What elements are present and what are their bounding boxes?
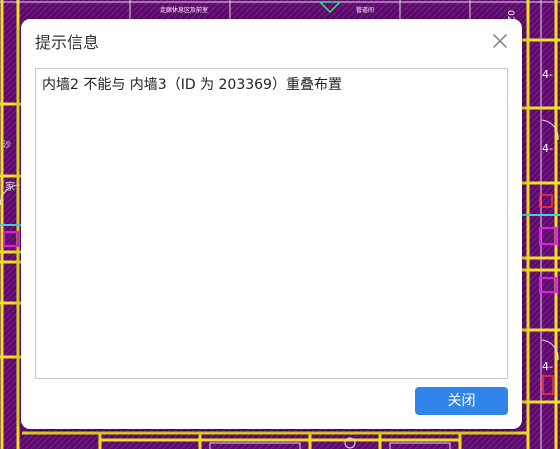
close-icon[interactable] [490, 31, 510, 51]
right-label-1: 4- [542, 68, 553, 81]
left-label-1: 家 [5, 180, 15, 193]
left-label-2: 沙 [3, 140, 11, 149]
right-label-3: 4- [542, 360, 553, 373]
top-label-center: 走廊休息区及前室 [160, 6, 208, 14]
cad-workspace: 家 沙 走廊休息区及前室 管道间 021 [0, 0, 560, 449]
dialog-title: 提示信息 [35, 33, 100, 52]
right-label-2: 4- [542, 142, 553, 155]
message-dialog: 提示信息 内墙2 不能与 内墙3（ID 为 203369）重叠布置 关闭 [21, 19, 522, 429]
top-label-mid: 管道间 [356, 6, 374, 14]
close-button[interactable]: 关闭 [415, 387, 508, 415]
message-textbox[interactable]: 内墙2 不能与 内墙3（ID 为 203369）重叠布置 [35, 68, 508, 379]
message-text: 内墙2 不能与 内墙3（ID 为 203369）重叠布置 [42, 77, 342, 93]
